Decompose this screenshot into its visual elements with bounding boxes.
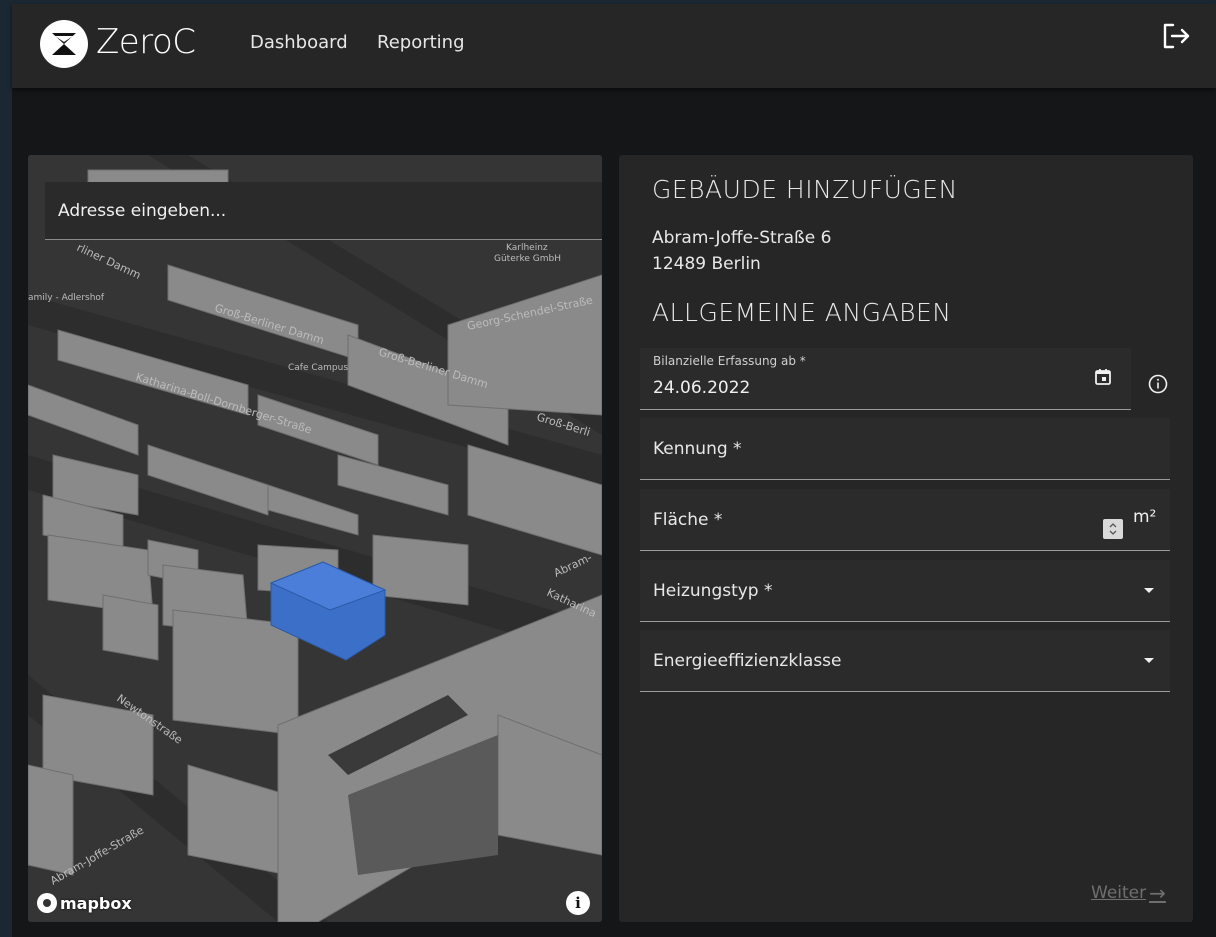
mapbox-attribution[interactable]: mapbox [37,893,132,913]
date-field[interactable]: Bilanzielle Erfassung ab * 24.06.2022 [640,348,1131,410]
logout-icon[interactable] [1160,20,1192,52]
arrow-right-icon: → [1149,881,1166,905]
form-title: GEBÄUDE HINZUFÜGEN [652,175,958,204]
nav-reporting[interactable]: Reporting [377,32,465,53]
flaeche-field-label: Fläche * [653,510,723,530]
address-street: Abram-Joffe-Straße 6 [652,228,832,248]
poi-label: amily - Adlershof [28,293,105,303]
flaeche-field[interactable]: Fläche * m² [640,489,1170,551]
app-name[interactable]: ZeroC [96,22,196,62]
kennung-field[interactable]: Kennung * [640,418,1170,480]
add-building-form: GEBÄUDE HINZUFÜGEN Abram-Joffe-Straße 6 … [619,155,1193,922]
zeroc-logo-icon[interactable] [40,20,88,68]
energieeffizienzklasse-select[interactable]: Energieeffizienzklasse [640,630,1170,692]
poi-label: Güterke GmbH [494,254,561,264]
info-icon[interactable] [1147,373,1169,395]
date-field-label: Bilanzielle Erfassung ab * [653,354,806,368]
chevron-down-icon[interactable] [1144,588,1154,593]
heizungstyp-label: Heizungstyp * [653,581,773,601]
map-panel[interactable]: Groß-Berliner Damm Groß-Berliner Damm Ka… [28,155,602,922]
calendar-icon[interactable] [1094,368,1112,386]
chevron-down-icon[interactable] [1144,658,1154,663]
address-search-box[interactable] [45,182,602,240]
address-city: 12489 Berlin [652,254,761,274]
section-title: ALLGEMEINE ANGABEN [652,298,952,327]
next-button[interactable]: Weiter → [1091,881,1166,905]
address-search-input[interactable] [45,182,602,239]
map-info-icon[interactable]: i [566,891,590,915]
kennung-field-label: Kennung * [653,439,742,459]
number-spinner-icon[interactable] [1103,519,1123,539]
energieeffizienzklasse-label: Energieeffizienzklasse [653,651,842,671]
heizungstyp-select[interactable]: Heizungstyp * [640,560,1170,622]
poi-label: Karlheinz [506,243,548,253]
mapbox-wordmark: mapbox [60,893,132,913]
map-canvas[interactable]: Groß-Berliner Damm Groß-Berliner Damm Ka… [28,155,602,922]
nav-dashboard[interactable]: Dashboard [250,32,348,53]
area-unit: m² [1133,507,1157,527]
date-field-value[interactable]: 24.06.2022 [653,378,750,398]
mapbox-logo-icon [37,893,57,913]
top-navigation-bar: ZeroC Dashboard Reporting [12,4,1216,88]
poi-label: Cafe Campus [288,363,348,373]
next-button-label: Weiter [1091,883,1147,903]
window-frame-left [0,0,12,937]
